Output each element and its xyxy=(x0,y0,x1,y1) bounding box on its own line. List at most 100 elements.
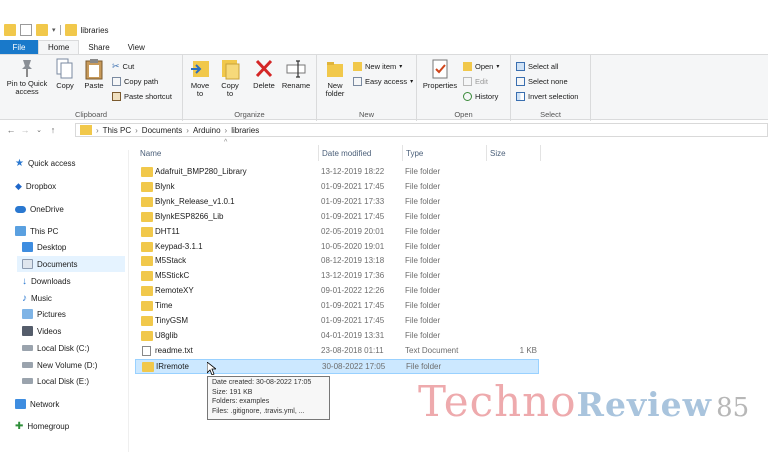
table-row[interactable]: DHT11 02-05-2019 20:01 File folder xyxy=(135,225,539,240)
forward-arrow-icon[interactable]: → xyxy=(18,125,32,135)
download-icon: ↓ xyxy=(22,275,27,287)
edit-icon xyxy=(463,76,472,86)
file-name: Keypad-3.1.1 xyxy=(155,241,203,251)
select-all-button[interactable]: Select all xyxy=(516,59,558,73)
table-row[interactable]: Keypad-3.1.1 10-05-2020 19:01 File folder xyxy=(135,240,539,255)
cut-button[interactable]: ✂ Cut xyxy=(112,59,134,73)
sidebar-item-label: Music xyxy=(31,293,52,303)
date-modified: 01-09-2021 17:45 xyxy=(321,211,385,221)
paste-button[interactable]: Paste xyxy=(81,58,107,90)
ribbon-tabs: File Home Share View xyxy=(0,40,768,54)
properties-button[interactable]: Properties xyxy=(421,58,459,90)
table-row[interactable]: Adafruit_BMP280_Library 13-12-2019 18:22 F… xyxy=(135,165,539,180)
sidebar-item-onedrive[interactable]: OneDrive xyxy=(15,201,64,217)
drive-icon xyxy=(22,378,33,384)
breadcrumb-arduino[interactable]: Arduino xyxy=(193,126,221,135)
up-arrow-icon[interactable]: ↑ xyxy=(46,125,60,135)
column-divider[interactable] xyxy=(402,145,403,161)
address-bar[interactable]: › This PC › Documents › Arduino › librar… xyxy=(75,123,768,137)
table-row[interactable]: M5StickC 13-12-2019 17:36 File folder xyxy=(135,269,539,284)
file-type: File folder xyxy=(405,241,441,251)
file-name: U8glib xyxy=(155,330,178,340)
paste-shortcut-button[interactable]: Paste shortcut xyxy=(112,89,172,103)
breadcrumb-this-pc[interactable]: This PC xyxy=(103,126,131,135)
folder-icon xyxy=(141,196,153,207)
sidebar-item-homegroup[interactable]: ✚ Homegroup xyxy=(15,418,69,434)
tab-file[interactable]: File xyxy=(0,40,38,54)
invert-selection-button[interactable]: Invert selection xyxy=(516,89,578,103)
sidebar-item-pictures[interactable]: Pictures xyxy=(22,306,66,322)
copy-path-button[interactable]: Copy path xyxy=(112,74,158,88)
new-group: New folder New item ▾ Easy access ▾ New xyxy=(317,55,417,121)
new-folder-quick-icon[interactable] xyxy=(36,24,48,36)
back-arrow-icon[interactable]: ← xyxy=(4,125,18,135)
breadcrumb-documents[interactable]: Documents xyxy=(142,126,182,135)
breadcrumb-libraries[interactable]: libraries xyxy=(231,126,259,135)
copy-button[interactable]: Copy xyxy=(53,58,77,90)
date-modified: 08-12-2019 13:18 xyxy=(321,256,385,266)
column-header-size[interactable]: Size xyxy=(490,145,540,161)
sidebar-item-label: Pictures xyxy=(37,309,66,319)
table-row[interactable]: Time 01-09-2021 17:45 File folder xyxy=(135,299,539,314)
table-row[interactable]: U8glib 04-01-2019 13:31 File folder xyxy=(135,329,539,344)
delete-button[interactable]: Delete xyxy=(251,58,277,90)
column-divider[interactable] xyxy=(486,145,487,161)
sidebar-item-videos[interactable]: Videos xyxy=(22,323,61,339)
easy-access-button[interactable]: Easy access ▾ xyxy=(353,74,413,88)
sidebar-item-documents[interactable]: Documents xyxy=(17,256,125,272)
sidebar-item-label: Network xyxy=(30,399,60,409)
date-modified: 30-08-2022 17:05 xyxy=(322,361,386,371)
column-divider[interactable] xyxy=(540,145,541,161)
drive-icon xyxy=(22,345,33,351)
sidebar-item-network[interactable]: Network xyxy=(15,396,59,412)
sidebar-item-quick-access[interactable]: ★ Quick access xyxy=(15,155,76,171)
file-type: File folder xyxy=(405,286,441,296)
move-to-button[interactable]: Move to xyxy=(188,58,212,98)
sidebar-item-local-disk-c[interactable]: Local Disk (C:) xyxy=(22,340,89,356)
column-divider[interactable] xyxy=(318,145,319,161)
table-row[interactable]: readme.txt 23-08-2018 01:11 Text Document 1… xyxy=(135,344,539,359)
copy-to-button[interactable]: Copy to xyxy=(217,58,243,98)
pin-icon xyxy=(22,60,32,77)
tab-share[interactable]: Share xyxy=(79,40,118,54)
folder-icon xyxy=(141,211,153,222)
sidebar-item-music[interactable]: ♪ Music xyxy=(22,290,52,306)
properties-icon xyxy=(432,59,448,79)
sidebar-item-new-volume-d[interactable]: New Volume (D:) xyxy=(22,357,97,373)
new-item-button[interactable]: New item ▾ xyxy=(353,59,402,73)
sidebar-item-label: Dropbox xyxy=(25,181,57,191)
open-button[interactable]: Open ▾ xyxy=(463,59,499,73)
table-row[interactable]: IRremote 30-08-2022 17:05 File folder xyxy=(135,358,539,374)
tab-home[interactable]: Home xyxy=(38,40,80,54)
new-item-label: New item xyxy=(365,61,397,71)
select-none-button[interactable]: Select none xyxy=(516,74,568,88)
column-header-name[interactable]: Name xyxy=(140,145,316,161)
recent-locations-chevron-icon[interactable]: ⌄ xyxy=(32,126,46,134)
easy-access-icon xyxy=(353,76,362,86)
column-header-type[interactable]: Type xyxy=(406,145,484,161)
table-row[interactable]: Blynk_Release_v1.0.1 01-09-2021 17:33 File… xyxy=(135,195,539,210)
new-folder-button[interactable]: New folder xyxy=(320,58,350,98)
pin-to-quick-access-button[interactable]: Pin to Quick access xyxy=(4,58,50,96)
table-row[interactable]: TinyGSM 01-09-2021 17:45 File folder xyxy=(135,314,539,329)
properties-quick-icon[interactable] xyxy=(20,24,32,36)
file-name: readme.txt xyxy=(155,345,193,355)
rename-button[interactable]: Rename xyxy=(281,58,311,90)
sidebar-item-desktop[interactable]: Desktop xyxy=(22,239,66,255)
table-row[interactable]: BlynkESP8266_Lib 01-09-2021 17:45 File fol… xyxy=(135,210,539,225)
sidebar-item-local-disk-e[interactable]: Local Disk (E:) xyxy=(22,373,89,389)
tab-view[interactable]: View xyxy=(119,40,154,54)
sidebar-item-downloads[interactable]: ↓ Downloads xyxy=(22,273,71,289)
edit-button[interactable]: Edit xyxy=(463,74,488,88)
customize-dropdown-icon[interactable]: ▾ xyxy=(52,26,56,34)
date-modified: 02-05-2019 20:01 xyxy=(321,226,385,236)
date-modified: 04-01-2019 13:31 xyxy=(321,330,385,340)
table-row[interactable]: Blynk 01-09-2021 17:45 File folder xyxy=(135,180,539,195)
sidebar-item-dropbox[interactable]: ◆ Dropbox xyxy=(15,178,56,194)
open-group-label: Open xyxy=(454,110,473,119)
table-row[interactable]: RemoteXY 09-01-2022 12:26 File folder xyxy=(135,284,539,299)
table-row[interactable]: M5Stack 08-12-2019 13:18 File folder xyxy=(135,254,539,269)
history-button[interactable]: History xyxy=(463,89,498,103)
column-header-date[interactable]: Date modified xyxy=(322,145,400,161)
sidebar-item-this-pc[interactable]: This PC xyxy=(15,223,58,239)
